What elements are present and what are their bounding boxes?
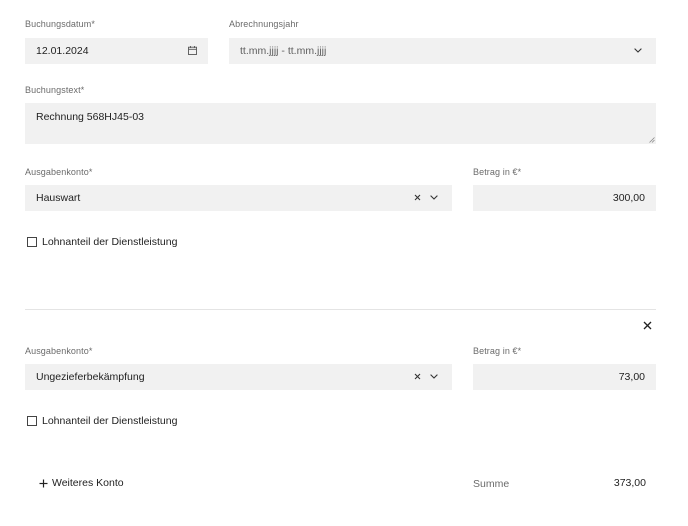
calendar-icon[interactable]	[188, 46, 197, 55]
amount-value: 73,00	[618, 371, 645, 383]
amount-input[interactable]: 73,00	[473, 364, 656, 390]
labor-share-label: Lohnanteil der Dienstleistung	[42, 415, 178, 427]
add-account-label: Weiteres Konto	[52, 477, 124, 489]
booking-text-value: Rechnung 568HJ45-03	[36, 111, 144, 123]
billing-year-placeholder: tt.mm.jjjj - tt.mm.jjjj	[240, 45, 327, 57]
amount-label: Betrag in €*	[473, 167, 522, 177]
chevron-down-icon[interactable]	[634, 48, 642, 53]
expense-account-select[interactable]: Ungezieferbekämpfung	[25, 364, 452, 390]
booking-text-label: Buchungstext*	[25, 85, 85, 95]
booking-date-value: 12.01.2024	[36, 45, 89, 57]
expense-account-value: Hauswart	[36, 192, 81, 204]
labor-share-checkbox[interactable]	[27, 416, 37, 426]
billing-year-label: Abrechnungsjahr	[229, 19, 299, 29]
add-account-button[interactable]: Weiteres Konto	[39, 477, 124, 489]
close-icon[interactable]	[643, 321, 652, 330]
resize-handle-icon[interactable]	[649, 137, 655, 143]
expense-account-value: Ungezieferbekämpfung	[36, 371, 145, 383]
chevron-down-icon[interactable]	[430, 195, 438, 200]
clear-icon[interactable]	[414, 373, 421, 380]
amount-input[interactable]: 300,00	[473, 185, 656, 211]
billing-year-select[interactable]: tt.mm.jjjj - tt.mm.jjjj	[229, 38, 656, 64]
plus-icon	[39, 479, 48, 488]
labor-share-label: Lohnanteil der Dienstleistung	[42, 236, 178, 248]
expense-account-label: Ausgabenkonto*	[25, 167, 93, 177]
amount-label: Betrag in €*	[473, 346, 522, 356]
expense-account-label: Ausgabenkonto*	[25, 346, 93, 356]
booking-text-textarea[interactable]: Rechnung 568HJ45-03	[25, 103, 656, 144]
sum-value: 373,00	[613, 477, 646, 489]
section-divider	[25, 309, 656, 310]
booking-date-input[interactable]: 12.01.2024	[25, 38, 208, 64]
expense-account-select[interactable]: Hauswart	[25, 185, 452, 211]
chevron-down-icon[interactable]	[430, 374, 438, 379]
labor-share-checkbox[interactable]	[27, 237, 37, 247]
sum-label: Summe	[473, 478, 510, 490]
amount-value: 300,00	[612, 192, 645, 204]
booking-date-label: Buchungsdatum*	[25, 19, 95, 29]
clear-icon[interactable]	[414, 194, 421, 201]
